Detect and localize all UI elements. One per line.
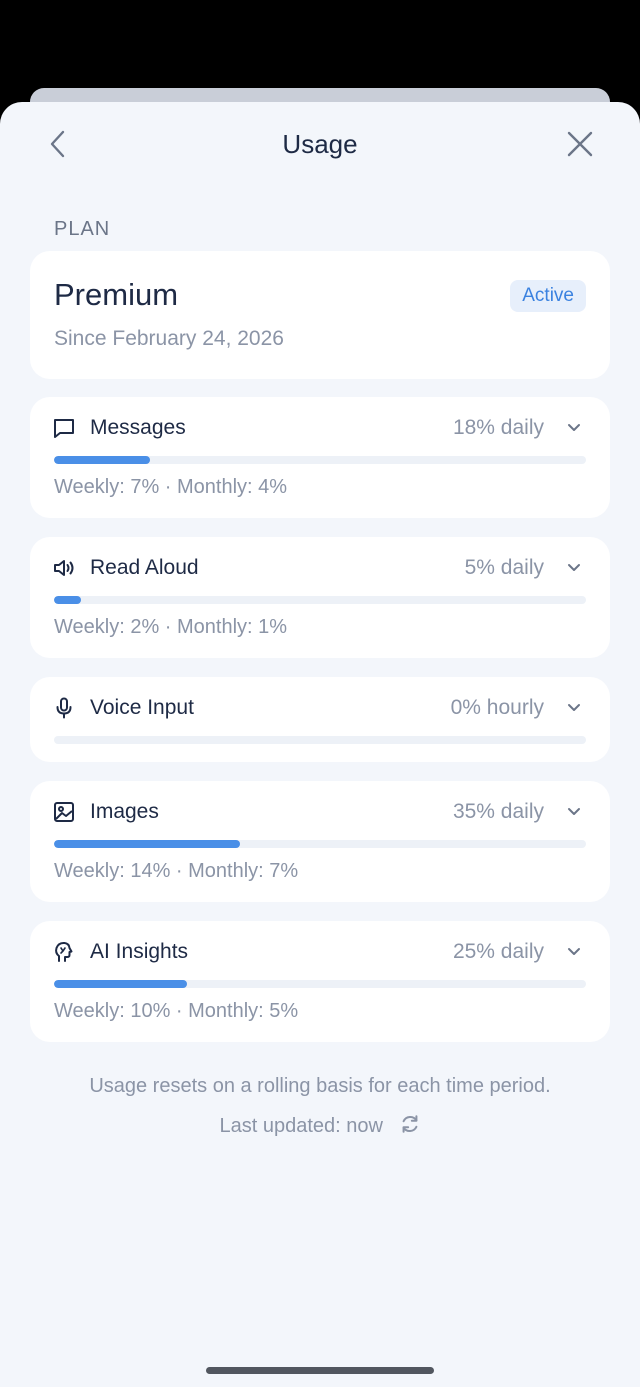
usage-card-voice-input[interactable]: Voice Input 0% hourly bbox=[30, 677, 610, 762]
usage-progress-bar bbox=[54, 456, 586, 464]
usage-progress-fill bbox=[54, 596, 81, 604]
status-badge: Active bbox=[510, 280, 586, 312]
usage-card-messages[interactable]: Messages 18% daily Weekly: 7% · Monthly:… bbox=[30, 397, 610, 518]
usage-name: Read Aloud bbox=[90, 556, 199, 579]
usage-summary: 18% daily bbox=[452, 416, 544, 439]
usage-card-images[interactable]: Images 35% daily Weekly: 14% · Monthly: … bbox=[30, 781, 610, 902]
close-icon bbox=[567, 131, 593, 157]
usage-progress-bar bbox=[54, 840, 586, 848]
usage-detail: Weekly: 7% · Monthly: 4% bbox=[54, 476, 288, 498]
chevron-down-icon[interactable] bbox=[566, 944, 582, 960]
chevron-down-icon[interactable] bbox=[566, 804, 582, 820]
reset-note: Usage resets on a rolling basis for each… bbox=[89, 1075, 551, 1097]
chevron-down-icon[interactable] bbox=[566, 420, 582, 436]
usage-name: AI Insights bbox=[90, 940, 189, 963]
image-icon bbox=[54, 802, 74, 822]
plan-since-date: Since February 24, 2026 bbox=[54, 327, 284, 350]
usage-card-read-aloud[interactable]: Read Aloud 5% daily Weekly: 2% · Monthly… bbox=[30, 537, 610, 658]
close-button[interactable] bbox=[560, 124, 600, 164]
plan-section-label: PLAN bbox=[54, 218, 111, 240]
usage-name: Voice Input bbox=[90, 696, 194, 719]
usage-detail: Weekly: 10% · Monthly: 5% bbox=[54, 1000, 299, 1022]
usage-name: Messages bbox=[90, 416, 186, 439]
usage-sheet: Usage PLAN Premium Since February 24, 20… bbox=[0, 102, 640, 1387]
home-indicator[interactable] bbox=[206, 1367, 434, 1374]
usage-detail: Weekly: 14% · Monthly: 7% bbox=[54, 860, 299, 882]
usage-progress-fill bbox=[54, 456, 150, 464]
usage-summary: 5% daily bbox=[464, 556, 544, 579]
usage-summary: 35% daily bbox=[452, 800, 544, 823]
message-icon bbox=[54, 419, 74, 438]
usage-detail: Weekly: 2% · Monthly: 1% bbox=[54, 616, 288, 638]
chevron-down-icon[interactable] bbox=[566, 700, 582, 716]
usage-progress-bar bbox=[54, 596, 586, 604]
refresh-icon[interactable] bbox=[399, 1113, 421, 1135]
speaker-icon bbox=[54, 560, 74, 576]
usage-progress-bar bbox=[54, 736, 586, 744]
plan-card: Premium Since February 24, 2026 Active bbox=[30, 251, 610, 379]
chevron-down-icon[interactable] bbox=[566, 560, 582, 576]
last-updated-text: Last updated: now bbox=[219, 1115, 383, 1137]
microphone-icon bbox=[56, 697, 72, 719]
usage-progress-bar bbox=[54, 980, 586, 988]
last-updated-row: Last updated: now bbox=[0, 1113, 640, 1138]
usage-name: Images bbox=[90, 800, 159, 823]
usage-card-ai-insights[interactable]: AI Insights 25% daily Weekly: 10% · Mont… bbox=[30, 921, 610, 1042]
usage-progress-fill bbox=[54, 840, 241, 848]
plan-name: Premium bbox=[54, 277, 179, 312]
usage-summary: 25% daily bbox=[452, 940, 544, 963]
ai-insights-icon bbox=[55, 941, 73, 962]
usage-summary: 0% hourly bbox=[450, 696, 544, 719]
usage-progress-fill bbox=[54, 980, 187, 988]
page-title: Usage bbox=[282, 129, 358, 159]
